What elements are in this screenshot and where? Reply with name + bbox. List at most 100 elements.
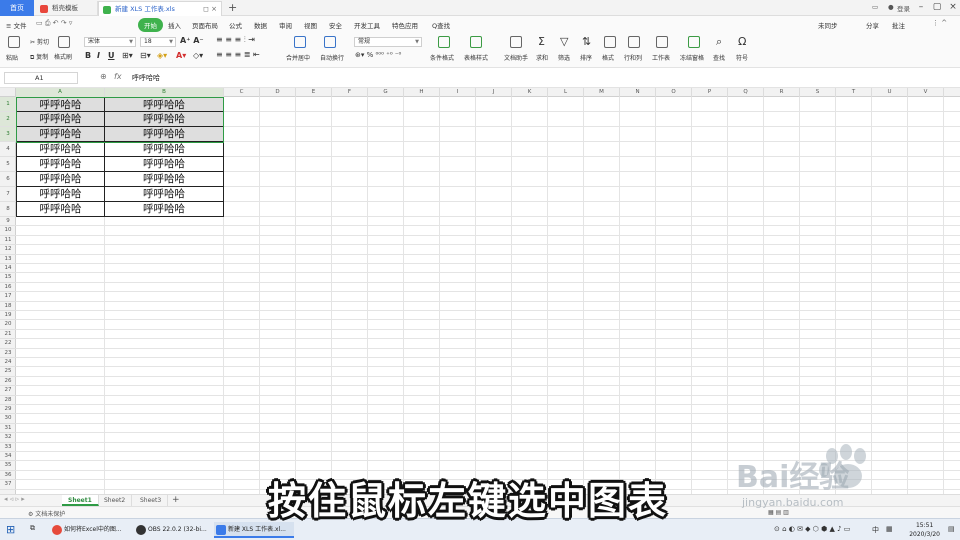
selection-range[interactable] — [16, 97, 224, 143]
menu-page-layout[interactable]: 页面布局 — [192, 20, 218, 30]
font-size-select[interactable]: 18 ▼ — [140, 37, 176, 47]
row-header[interactable]: 34 — [0, 452, 16, 462]
doc-helper-button[interactable]: 文档助手 — [504, 53, 528, 62]
minimize-icon[interactable]: – — [914, 2, 928, 12]
new-tab-button[interactable]: + — [228, 1, 237, 14]
tray-icons[interactable]: ⊙ ⌂ ◐ ✉ ◆ ⬡ ⬢ ▲ ♪ ▭ — [774, 525, 850, 533]
row-header[interactable]: 6 — [0, 172, 16, 187]
row-header[interactable]: 21 — [0, 330, 16, 340]
sheet-tab-1[interactable]: Sheet1 — [62, 495, 99, 506]
taskbar-app-chrome[interactable]: 如何将Excel中的图... — [50, 522, 130, 538]
menu-review[interactable]: 审阅 — [279, 20, 292, 30]
column-header[interactable]: H — [404, 88, 440, 97]
menu-home[interactable]: 开始 — [138, 18, 163, 32]
search-command[interactable]: Q查找 — [432, 20, 450, 30]
sum-button[interactable]: 求和 — [536, 53, 548, 62]
format-icon[interactable] — [604, 36, 616, 48]
merge-center-button[interactable]: 合并居中 — [286, 53, 310, 62]
symbol-button[interactable]: 符号 — [736, 53, 748, 62]
row-header[interactable]: 17 — [0, 292, 16, 302]
row-header[interactable]: 31 — [0, 424, 16, 434]
row-header[interactable]: 35 — [0, 461, 16, 471]
font-name-select[interactable]: 宋体 ▼ — [84, 37, 136, 47]
sheet-nav-icons[interactable]: ◂ ◃ ▹ ▸ — [4, 495, 25, 503]
table-cell[interactable]: 呼呼哈哈 — [16, 142, 105, 157]
row-header[interactable]: 37 — [0, 480, 16, 490]
table-cell[interactable]: 呼呼哈哈 — [16, 187, 105, 202]
row-col-button[interactable]: 行和列 — [624, 53, 642, 62]
table-cell[interactable]: 呼呼哈哈 — [105, 187, 224, 202]
home-tab[interactable]: 首页 — [0, 0, 34, 16]
filter-icon[interactable]: ▽ — [560, 35, 568, 48]
table-style-icon[interactable] — [470, 36, 482, 48]
row-header[interactable]: 20 — [0, 320, 16, 330]
worksheet-button[interactable]: 工作表 — [652, 53, 670, 62]
zoom-icon[interactable]: ⊕ — [100, 72, 107, 81]
annotate-button[interactable]: 批注 — [892, 20, 905, 30]
symbol-icon[interactable]: Ω — [738, 35, 746, 48]
column-header[interactable]: C — [224, 88, 260, 97]
user-icon[interactable]: ● — [888, 3, 894, 11]
doc-helper-icon[interactable] — [510, 36, 522, 48]
font-grow-icon[interactable]: A⁺ A⁻ — [180, 36, 204, 45]
quick-access-icons[interactable]: ▭ ⎙ ↶ ↷ ▿ — [36, 19, 72, 28]
horizontal-align-icons[interactable]: ≡ ≡ ≡ ≣ ⇤ — [216, 50, 260, 59]
row-header[interactable]: 3 — [0, 127, 16, 142]
system-clock[interactable]: 15:51 2020/3/20 — [909, 521, 940, 539]
merge-cells-icon[interactable]: ⊟▾ — [140, 51, 151, 60]
tab-workbook[interactable]: 新建 XLS 工作表.xls ◻ × — [98, 1, 222, 16]
row-header[interactable]: 33 — [0, 443, 16, 452]
find-icon[interactable]: ⌕ — [716, 35, 722, 49]
menu-formula[interactable]: 公式 — [229, 20, 242, 30]
row-header[interactable]: 32 — [0, 433, 16, 443]
sort-icon[interactable]: ⇅ — [582, 35, 591, 48]
table-cell[interactable]: 呼呼哈哈 — [105, 142, 224, 157]
windows-start-icon[interactable]: ⊞ — [6, 523, 15, 536]
table-cell[interactable]: 呼呼哈哈 — [16, 157, 105, 172]
share-button[interactable]: 分享 — [866, 20, 879, 30]
row-header[interactable]: 11 — [0, 236, 16, 246]
sheet-tab-3[interactable]: Sheet3 — [134, 495, 169, 506]
underline-button[interactable]: U — [108, 51, 115, 60]
font-color-icon[interactable]: A▾ — [176, 51, 186, 60]
tab-docer-templates[interactable]: 稻壳模板 — [36, 1, 98, 16]
table-cell[interactable]: 呼呼哈哈 — [105, 202, 224, 217]
row-header[interactable]: 23 — [0, 349, 16, 358]
table-cell[interactable]: 呼呼哈哈 — [105, 157, 224, 172]
row-header[interactable]: 30 — [0, 414, 16, 424]
column-header[interactable]: F — [332, 88, 368, 97]
column-header[interactable]: L — [548, 88, 584, 97]
row-header[interactable]: 36 — [0, 471, 16, 481]
wrap-text-icon[interactable] — [324, 36, 336, 48]
column-header[interactable]: Q — [728, 88, 764, 97]
row-header[interactable]: 4 — [0, 142, 16, 157]
menu-data[interactable]: 数据 — [254, 20, 267, 30]
notification-icon[interactable]: ▤ — [948, 525, 955, 533]
paste-icon[interactable] — [8, 36, 20, 48]
table-style-button[interactable]: 表格样式 — [464, 53, 488, 62]
row-header[interactable]: 27 — [0, 386, 16, 396]
row-header[interactable]: 12 — [0, 245, 16, 255]
column-header[interactable]: V — [908, 88, 944, 97]
column-header[interactable]: I — [440, 88, 476, 97]
protect-status[interactable]: ⚙ 文档未保护 — [28, 509, 65, 518]
column-header[interactable]: N — [620, 88, 656, 97]
row-header[interactable]: 18 — [0, 302, 16, 311]
row-header[interactable]: 15 — [0, 273, 16, 283]
name-box[interactable]: A1 — [4, 72, 78, 84]
login-label[interactable]: 登录 — [897, 3, 910, 13]
column-header[interactable]: T — [836, 88, 872, 97]
select-all-corner[interactable] — [0, 88, 16, 97]
menu-view[interactable]: 视图 — [304, 20, 317, 30]
cell-grid[interactable]: 呼呼哈哈 呼呼哈哈 呼呼哈哈 呼呼哈哈 呼呼哈哈 呼呼哈哈 呼呼哈哈 呼呼哈哈 呼呼哈哈 呼呼哈哈… — [16, 97, 960, 494]
column-header[interactable]: A — [16, 88, 105, 97]
row-header[interactable]: 1 — [0, 97, 16, 112]
paste-button[interactable]: 粘贴 — [6, 53, 18, 62]
wrap-text-button[interactable]: 自动换行 — [320, 53, 344, 62]
bold-button[interactable]: B — [85, 51, 91, 60]
conditional-format-icon[interactable] — [438, 36, 450, 48]
window-icon[interactable]: ▭ — [872, 3, 878, 11]
file-menu[interactable]: ≡ 文件 — [6, 20, 27, 30]
find-button[interactable]: 查找 — [713, 53, 725, 62]
column-header[interactable]: S — [800, 88, 836, 97]
